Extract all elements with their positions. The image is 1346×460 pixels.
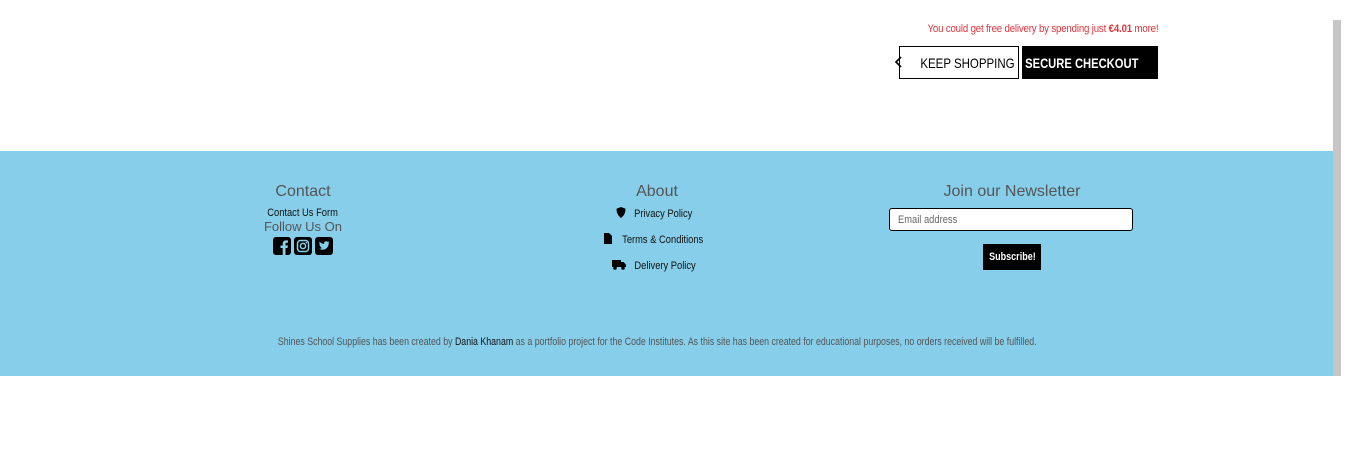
facebook-icon[interactable] [273, 237, 291, 255]
terms-conditions-label: Terms & Conditions [621, 234, 704, 246]
email-placeholder: Email address [898, 213, 958, 226]
delivery-note-prefix: You could get free delivery by spending … [927, 23, 1106, 35]
newsletter-email-input[interactable]: Email address [889, 208, 1133, 231]
truck-icon [612, 257, 627, 275]
delivery-note-suffix: more! [1134, 23, 1158, 35]
subscribe-button[interactable]: Subscribe! [983, 244, 1041, 270]
contact-heading: Contact [275, 183, 331, 200]
subscribe-label: Subscribe! [988, 251, 1036, 263]
delivery-amount: €4.01 [1108, 23, 1132, 35]
footer-newsletter: Join our Newsletter Email address Subscr… [862, 183, 1162, 270]
site-footer: Contact Contact Us Form Follow Us On Abo… [0, 151, 1333, 376]
lock-icon [1157, 54, 1169, 71]
footer-contact: Contact Contact Us Form Follow Us On [203, 183, 403, 255]
credits-author-link[interactable]: Dania Khanam [455, 336, 513, 348]
delivery-policy-label: Delivery Policy [634, 260, 697, 272]
page-scrollbar[interactable] [1333, 20, 1341, 376]
free-delivery-note: You could get free delivery by spending … [927, 23, 1158, 35]
contact-form-link[interactable]: Contact Us Form [268, 207, 339, 219]
credits-prefix: Shines School Supplies has been created … [278, 336, 453, 348]
secure-checkout-button[interactable]: SECURE CHECKOUT [1022, 46, 1168, 79]
twitter-icon[interactable] [315, 237, 333, 255]
delivery-policy-link[interactable]: Delivery Policy [557, 253, 757, 279]
keep-shopping-label: KEEP SHOPPING [919, 54, 1015, 71]
shield-icon [616, 205, 626, 223]
secure-checkout-label: SECURE CHECKOUT [1025, 54, 1139, 71]
privacy-policy-link[interactable]: Privacy Policy [557, 201, 757, 227]
file-icon [603, 231, 612, 249]
chevron-left-icon [894, 55, 904, 71]
social-links [203, 237, 403, 255]
newsletter-heading: Join our Newsletter [943, 183, 1081, 200]
terms-conditions-link[interactable]: Terms & Conditions [557, 227, 757, 253]
keep-shopping-button[interactable]: KEEP SHOPPING [894, 46, 1019, 79]
credits-suffix: as a portfolio project for the Code Inst… [515, 336, 1037, 348]
instagram-icon[interactable] [294, 237, 312, 255]
about-heading: About [636, 183, 678, 200]
footer-about: About Privacy Policy Terms & Conditions … [557, 183, 757, 279]
privacy-policy-label: Privacy Policy [634, 208, 693, 220]
footer-credits: Shines School Supplies has been created … [0, 336, 1315, 348]
follow-us-label: Follow Us On [263, 219, 343, 234]
